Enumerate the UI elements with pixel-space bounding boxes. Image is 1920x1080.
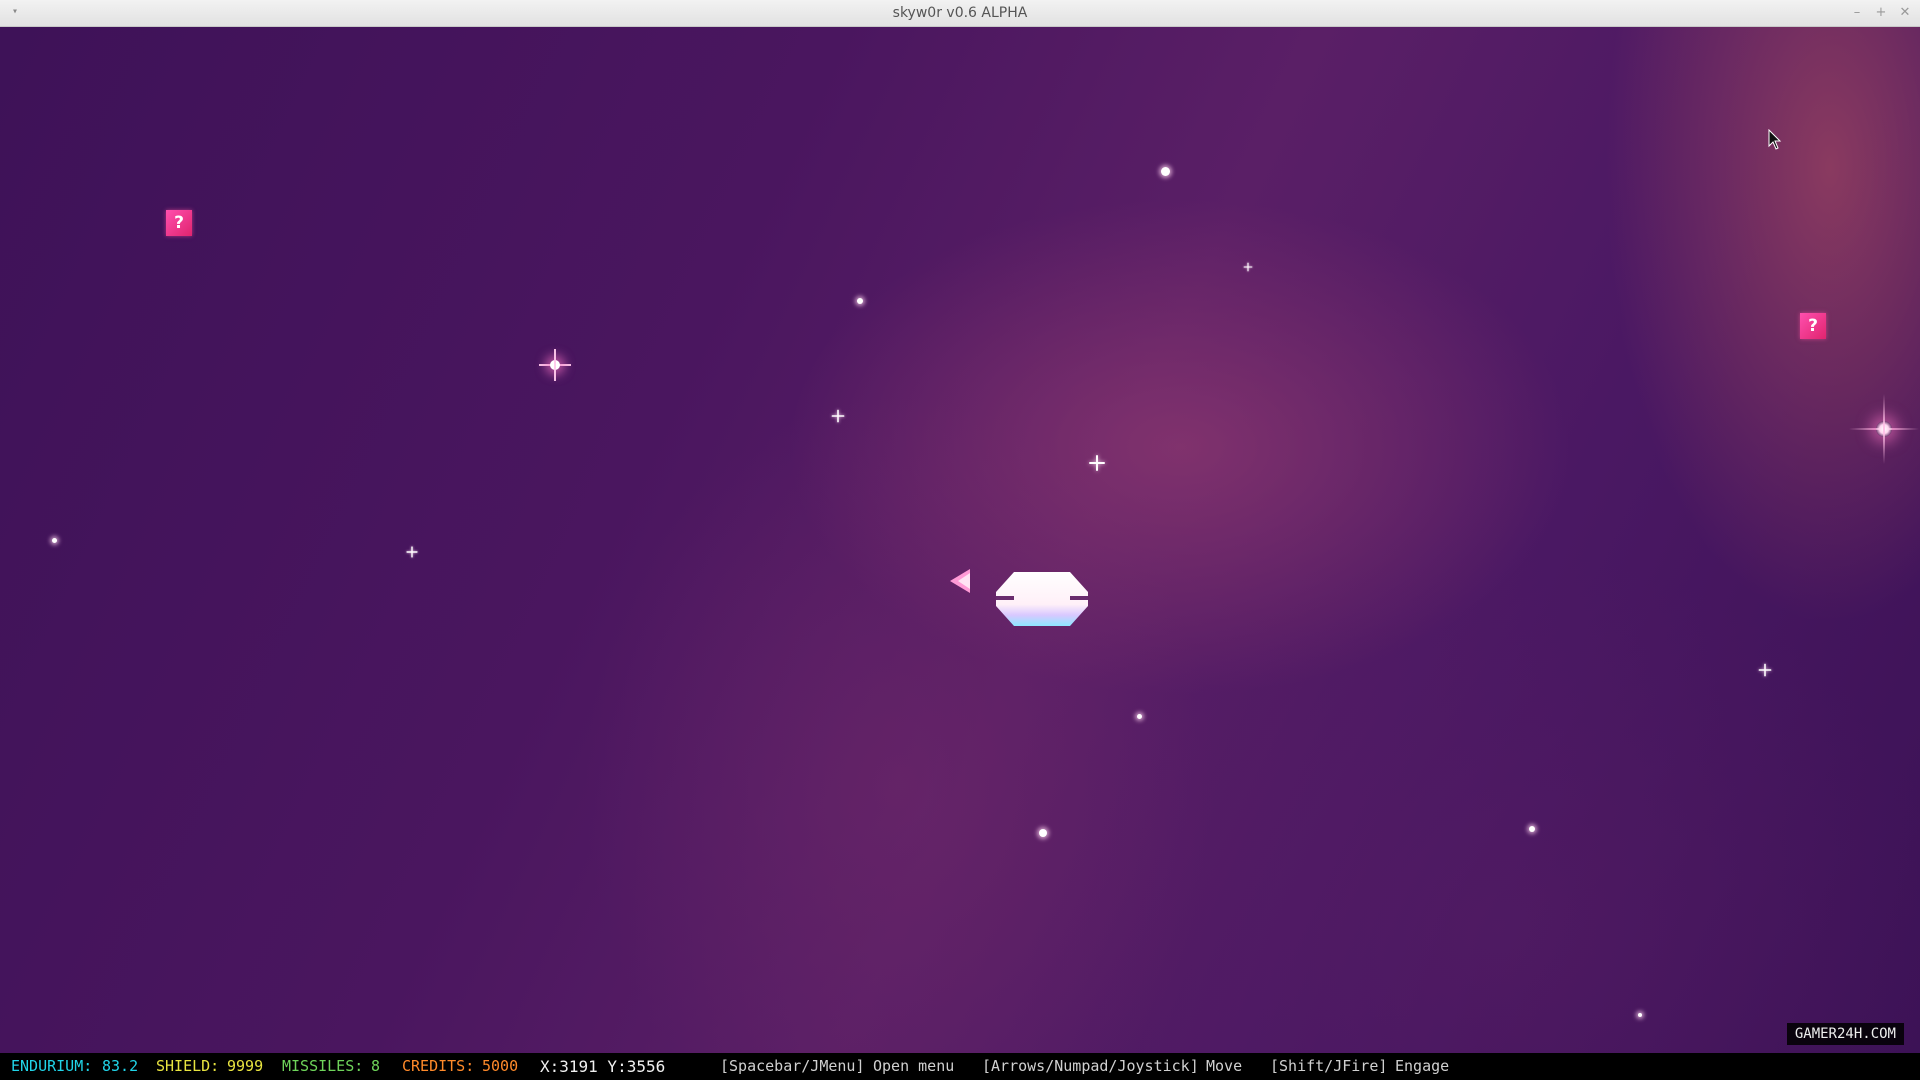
shield-value: 9999 bbox=[227, 1057, 264, 1075]
hint-engage-action: Engage bbox=[1395, 1057, 1450, 1075]
hint-menu-action: Open menu bbox=[873, 1057, 955, 1075]
star-dot bbox=[52, 538, 57, 543]
credits-label: CREDITS: bbox=[402, 1057, 475, 1075]
endurium-value: 83.2 bbox=[102, 1057, 139, 1075]
star-dot bbox=[1529, 826, 1535, 832]
mystery-box-pickup[interactable]: ? bbox=[166, 210, 192, 236]
close-icon[interactable]: ✕ bbox=[1896, 4, 1914, 22]
hint-menu-key: [Spacebar/JMenu] bbox=[720, 1057, 865, 1075]
missiles-value: 8 bbox=[371, 1057, 381, 1075]
minimize-icon[interactable]: – bbox=[1848, 4, 1866, 22]
maximize-icon[interactable]: + bbox=[1872, 4, 1890, 22]
window-titlebar: ▾ skyw0r v0.6 ALPHA – + ✕ bbox=[0, 0, 1920, 27]
missiles-label: MISSILES: bbox=[282, 1057, 364, 1075]
credits-value: 5000 bbox=[482, 1057, 519, 1075]
star-glow-large bbox=[1849, 394, 1919, 464]
star-sparkle bbox=[1089, 455, 1105, 471]
enemy-arrow-ship[interactable] bbox=[948, 567, 972, 595]
star-dot bbox=[1137, 714, 1142, 719]
star-glow bbox=[539, 349, 571, 381]
shield-label: SHIELD: bbox=[156, 1057, 220, 1075]
star-dot bbox=[1161, 167, 1170, 176]
window-title: skyw0r v0.6 ALPHA bbox=[892, 5, 1028, 21]
star-sparkle bbox=[1243, 262, 1253, 272]
star-dot bbox=[857, 298, 863, 304]
hint-move-action: Move bbox=[1206, 1057, 1243, 1075]
mouse-cursor-icon bbox=[1768, 129, 1782, 150]
player-ship[interactable] bbox=[996, 572, 1088, 626]
endurium-label: ENDURIUM: bbox=[11, 1057, 93, 1075]
watermark: GAMER24H.COM bbox=[1786, 1023, 1904, 1045]
hint-move-key: [Arrows/Numpad/Joystick] bbox=[982, 1057, 1199, 1075]
star-dot bbox=[1638, 1013, 1642, 1017]
star-dot bbox=[1039, 829, 1047, 837]
hud-status-bar: ENDURIUM: 83.2 SHIELD: 9999 MISSILES: 8 … bbox=[0, 1053, 1920, 1080]
coordinates-readout: X:3191 Y:3556 bbox=[540, 1057, 666, 1076]
star-sparkle bbox=[406, 546, 418, 558]
star-sparkle bbox=[1758, 663, 1772, 677]
star-sparkle bbox=[831, 409, 845, 423]
hint-engage-key: [Shift/JFire] bbox=[1270, 1057, 1388, 1075]
game-viewport[interactable]: ? ? GAMER24H.COM bbox=[0, 27, 1920, 1053]
mystery-box-pickup[interactable]: ? bbox=[1800, 313, 1826, 339]
